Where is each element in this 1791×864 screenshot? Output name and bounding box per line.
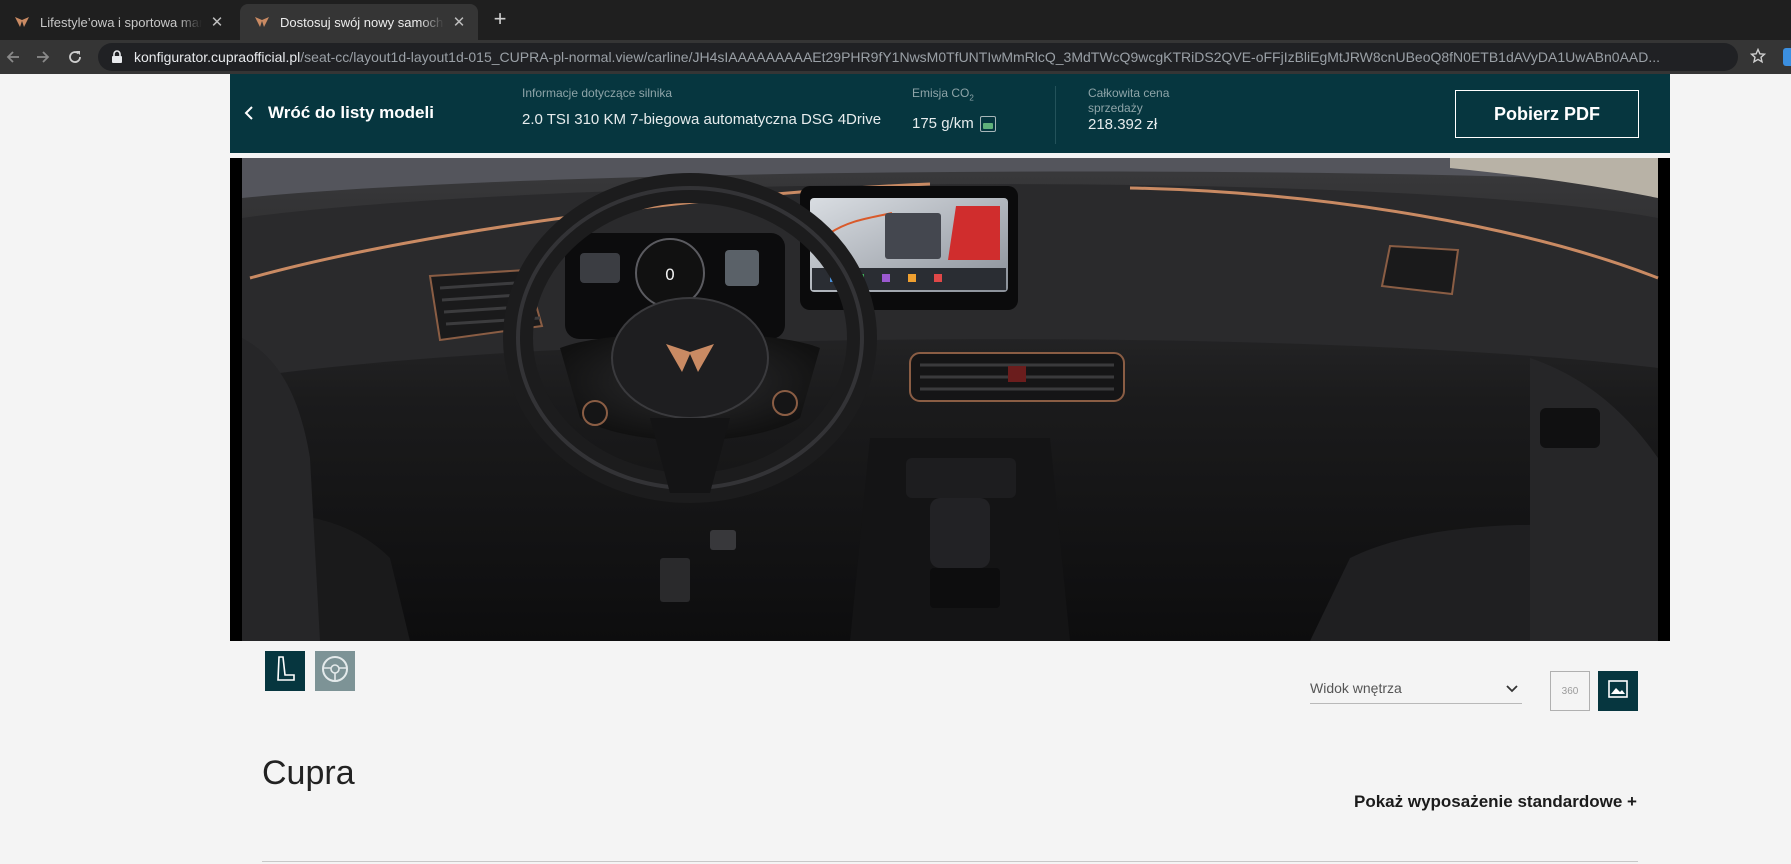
chevron-left-icon	[244, 106, 258, 120]
car-interior-image[interactable]: 0	[230, 158, 1670, 641]
close-tab-icon[interactable]: ✕	[450, 13, 468, 31]
download-pdf-button[interactable]: Pobierz PDF	[1455, 90, 1639, 138]
section-divider	[262, 861, 1638, 862]
browser-tab-title: Dostosuj swój nowy samochód	[280, 14, 444, 30]
browser-tab-2[interactable]: Dostosuj swój nowy samochód ✕	[240, 4, 478, 40]
emission-class-image-icon	[979, 115, 996, 132]
url-field[interactable]: konfigurator.cupraofficial.pl/seat-cc/la…	[98, 43, 1738, 71]
price-value: 218.392 zł	[1088, 116, 1158, 133]
back-to-models-label: Wróć do listy modeli	[268, 103, 434, 122]
seat-view-thumb[interactable]	[265, 651, 305, 691]
browser-address-bar: konfigurator.cupraofficial.pl/seat-cc/la…	[0, 40, 1791, 74]
steering-wheel-icon	[320, 654, 350, 689]
model-title: Cupra	[262, 754, 355, 792]
cockpit-illustration: 0	[242, 158, 1659, 641]
rotate-360-icon: 360	[1561, 685, 1579, 697]
view-thumbnails	[265, 651, 355, 691]
url-host: konfigurator.cupraofficial.pl	[134, 49, 301, 65]
close-tab-icon[interactable]: ✕	[208, 13, 226, 31]
url-path: /seat-cc/layout1d-layout1d-015_CUPRA-pl-…	[300, 49, 1661, 65]
cupra-favicon-icon	[14, 14, 30, 30]
header-divider	[1055, 86, 1056, 144]
seat-icon	[273, 655, 297, 688]
air-vent-center	[909, 352, 1125, 402]
bookmark-star-icon[interactable]	[1749, 47, 1767, 65]
forward-arrow-icon[interactable]	[32, 46, 54, 68]
url-text: konfigurator.cupraofficial.pl/seat-cc/la…	[134, 49, 1714, 65]
emission-value-row: 175 g/km	[912, 115, 996, 132]
price-info: Całkowita cena sprzedaży 218.392 zł	[1088, 86, 1208, 133]
engine-label: Informacje dotyczące silnika	[522, 86, 673, 100]
back-to-models-link[interactable]: Wróć do listy modeli	[244, 101, 434, 125]
svg-text:0: 0	[665, 265, 675, 284]
emission-value: 175 g/km	[912, 115, 974, 133]
config-summary-bar: Wróć do listy modeli Informacje dotycząc…	[230, 74, 1670, 156]
engine-info: Informacje dotyczące silnika 2.0 TSI 310…	[522, 86, 881, 128]
browser-tab-1[interactable]: Lifestyle’owa i sportowa marka ✕	[0, 4, 236, 40]
air-vent-right	[1380, 244, 1460, 296]
show-standard-equipment-link[interactable]: Pokaż wyposażenie standardowe +	[1354, 792, 1637, 812]
engine-value: 2.0 TSI 310 KM 7-biegowa automatyczna DS…	[522, 111, 882, 128]
cupra-favicon-icon	[254, 14, 270, 30]
chevron-down-icon	[1506, 680, 1518, 696]
view-image-button[interactable]	[1598, 671, 1638, 711]
reload-icon[interactable]	[64, 46, 86, 68]
configurator-page: Wróć do listy modeli Informacje dotycząc…	[0, 74, 1791, 864]
new-tab-plus-icon[interactable]: +	[488, 8, 512, 32]
view-360-button[interactable]: 360	[1550, 671, 1590, 711]
browser-tab-title: Lifestyle’owa i sportowa marka	[40, 14, 202, 30]
price-label: Całkowita cena sprzedaży	[1088, 86, 1170, 115]
lock-icon	[110, 50, 124, 64]
view-type-value: Widok wnętrza	[1310, 679, 1402, 696]
back-arrow-icon[interactable]	[2, 46, 24, 68]
extension-icon[interactable]	[1783, 48, 1791, 66]
steering-view-thumb[interactable]	[315, 651, 355, 691]
emission-info: Emisja CO2 175 g/km	[912, 86, 996, 132]
browser-tab-bar: Lifestyle’owa i sportowa marka ✕ Dostosu…	[0, 0, 1791, 40]
view-type-select[interactable]: Widok wnętrza	[1310, 672, 1522, 704]
image-icon	[1608, 679, 1628, 703]
emission-label: Emisja CO2	[912, 86, 974, 103]
